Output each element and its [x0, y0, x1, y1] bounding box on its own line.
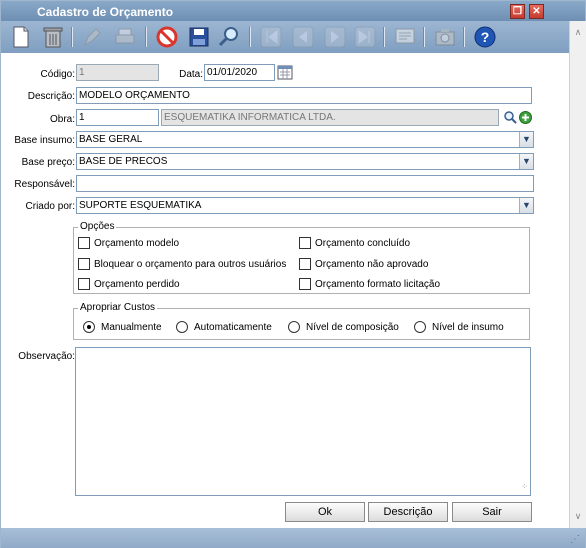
radio-label: Nível de insumo [432, 321, 504, 333]
add-icon[interactable] [519, 111, 532, 124]
status-bar: ⋰ [1, 528, 585, 548]
svg-text:?: ? [481, 29, 490, 45]
codigo-field[interactable]: 1 [76, 64, 159, 81]
checkbox-box[interactable] [78, 278, 90, 290]
print-icon[interactable] [111, 24, 139, 50]
orcamento-perdido-checkbox[interactable]: Orçamento perdido [78, 278, 180, 290]
checkbox-label: Orçamento concluído [315, 237, 411, 249]
base-insumo-label: Base insumo: [14, 135, 75, 146]
responsavel-field[interactable] [76, 175, 534, 192]
checkbox-label: Bloquear o orçamento para outros usuário… [94, 258, 287, 270]
data-label: Data: [179, 69, 203, 80]
previous-record-icon[interactable] [289, 24, 317, 50]
descricao-button[interactable]: Descrição [368, 502, 448, 522]
title-bar[interactable]: Cadastro de Orçamento ❐ ✕ [1, 1, 585, 21]
criado-por-value: SUPORTE ESQUEMATIKA [79, 200, 202, 211]
toolbar-separator [249, 27, 251, 47]
sair-button[interactable]: Sair [452, 502, 532, 522]
search-icon[interactable] [503, 110, 517, 124]
base-insumo-value: BASE GERAL [79, 134, 143, 145]
base-preco-value: BASE DE PRECOS [79, 156, 168, 167]
scroll-up-arrow[interactable]: ∧ [570, 27, 586, 41]
checkbox-box[interactable] [78, 258, 90, 270]
ok-button[interactable]: Ok [285, 502, 365, 522]
checkbox-label: Orçamento formato licitação [315, 278, 441, 290]
obra-name-field: ESQUEMATIKA INFORMATICA LTDA. [161, 109, 499, 126]
obra-label: Obra: [49, 114, 75, 125]
orcamento-nao-aprovado-checkbox[interactable]: Orçamento não aprovado [299, 258, 428, 270]
window-title: Cadastro de Orçamento [37, 5, 174, 19]
data-field[interactable]: 01/01/2020 [204, 64, 275, 81]
last-record-icon[interactable] [351, 24, 379, 50]
observacao-textarea[interactable]: ⁘ [75, 347, 531, 496]
cancel-icon[interactable] [153, 24, 181, 50]
checkbox-box[interactable] [78, 237, 90, 249]
close-button[interactable]: ✕ [529, 4, 544, 19]
toolbar-separator [145, 27, 147, 47]
radio-circle[interactable] [288, 321, 300, 333]
criado-por-select[interactable]: SUPORTE ESQUEMATIKA ▼ [76, 197, 534, 214]
descricao-label: Descrição: [27, 91, 75, 102]
calendar-icon[interactable] [277, 64, 293, 80]
responsavel-label: Responsável: [14, 179, 75, 190]
apropriar-custos-title: Apropriar Custos [78, 302, 158, 313]
chevron-down-icon[interactable]: ▼ [519, 132, 533, 147]
obra-code-field[interactable]: 1 [76, 109, 159, 126]
base-preco-label: Base preço: [21, 157, 75, 168]
chevron-down-icon[interactable]: ▼ [519, 198, 533, 213]
edit-icon[interactable] [79, 24, 107, 50]
checkbox-box[interactable] [299, 237, 311, 249]
radio-label: Automaticamente [194, 321, 272, 333]
radio-circle[interactable] [83, 321, 95, 333]
camera-icon[interactable] [431, 24, 459, 50]
delete-icon[interactable] [39, 24, 67, 50]
resize-grip-icon[interactable]: ⁘ [521, 480, 528, 494]
manualmente-radio[interactable]: Manualmente [83, 321, 162, 333]
toolbar-separator [463, 27, 465, 47]
orcamento-modelo-checkbox[interactable]: Orçamento modelo [78, 237, 179, 249]
checkbox-label: Orçamento modelo [94, 237, 180, 249]
observacao-label: Observação: [18, 351, 75, 362]
radio-circle[interactable] [176, 321, 188, 333]
next-record-icon[interactable] [321, 24, 349, 50]
automaticamente-radio[interactable]: Automaticamente [176, 321, 272, 333]
scroll-down-arrow[interactable]: ∨ [570, 511, 586, 525]
radio-label: Nível de composição [306, 321, 399, 333]
toolbar: ? [1, 21, 569, 53]
chevron-down-icon[interactable]: ▼ [519, 154, 533, 169]
first-record-icon[interactable] [257, 24, 285, 50]
restore-button[interactable]: ❐ [510, 4, 525, 19]
search-icon[interactable] [215, 24, 243, 50]
new-document-icon[interactable] [7, 24, 35, 50]
orcamento-formato-licitacao-checkbox[interactable]: Orçamento formato licitação [299, 278, 440, 290]
notes-icon[interactable] [391, 24, 419, 50]
radio-label: Manualmente [101, 321, 162, 333]
vertical-scrollbar[interactable]: ∧ ∨ [569, 21, 586, 528]
save-icon[interactable] [185, 24, 213, 50]
descricao-field[interactable]: MODELO ORÇAMENTO [76, 87, 532, 104]
help-icon[interactable]: ? [471, 24, 499, 50]
checkbox-label: Orçamento não aprovado [315, 258, 429, 270]
criado-por-label: Criado por: [25, 201, 75, 212]
checkbox-box[interactable] [299, 278, 311, 290]
codigo-label: Código: [40, 69, 75, 80]
nivel-composicao-radio[interactable]: Nível de composição [288, 321, 399, 333]
resize-grip-icon[interactable]: ⋰ [570, 534, 582, 546]
base-insumo-select[interactable]: BASE GERAL ▼ [76, 131, 534, 148]
budget-registration-window: Cadastro de Orçamento ❐ ✕ ? ∧ ∨ Código: … [0, 0, 586, 548]
orcamento-concluido-checkbox[interactable]: Orçamento concluído [299, 237, 410, 249]
checkbox-label: Orçamento perdido [94, 278, 180, 290]
base-preco-select[interactable]: BASE DE PRECOS ▼ [76, 153, 534, 170]
scroll-thumb[interactable] [573, 51, 583, 521]
toolbar-separator [423, 27, 425, 47]
checkbox-box[interactable] [299, 258, 311, 270]
radio-circle[interactable] [414, 321, 426, 333]
opcoes-title: Opções [78, 221, 117, 232]
toolbar-separator [71, 27, 73, 47]
bloquear-orcamento-checkbox[interactable]: Bloquear o orçamento para outros usuário… [78, 258, 286, 270]
nivel-insumo-radio[interactable]: Nível de insumo [414, 321, 504, 333]
toolbar-separator [383, 27, 385, 47]
